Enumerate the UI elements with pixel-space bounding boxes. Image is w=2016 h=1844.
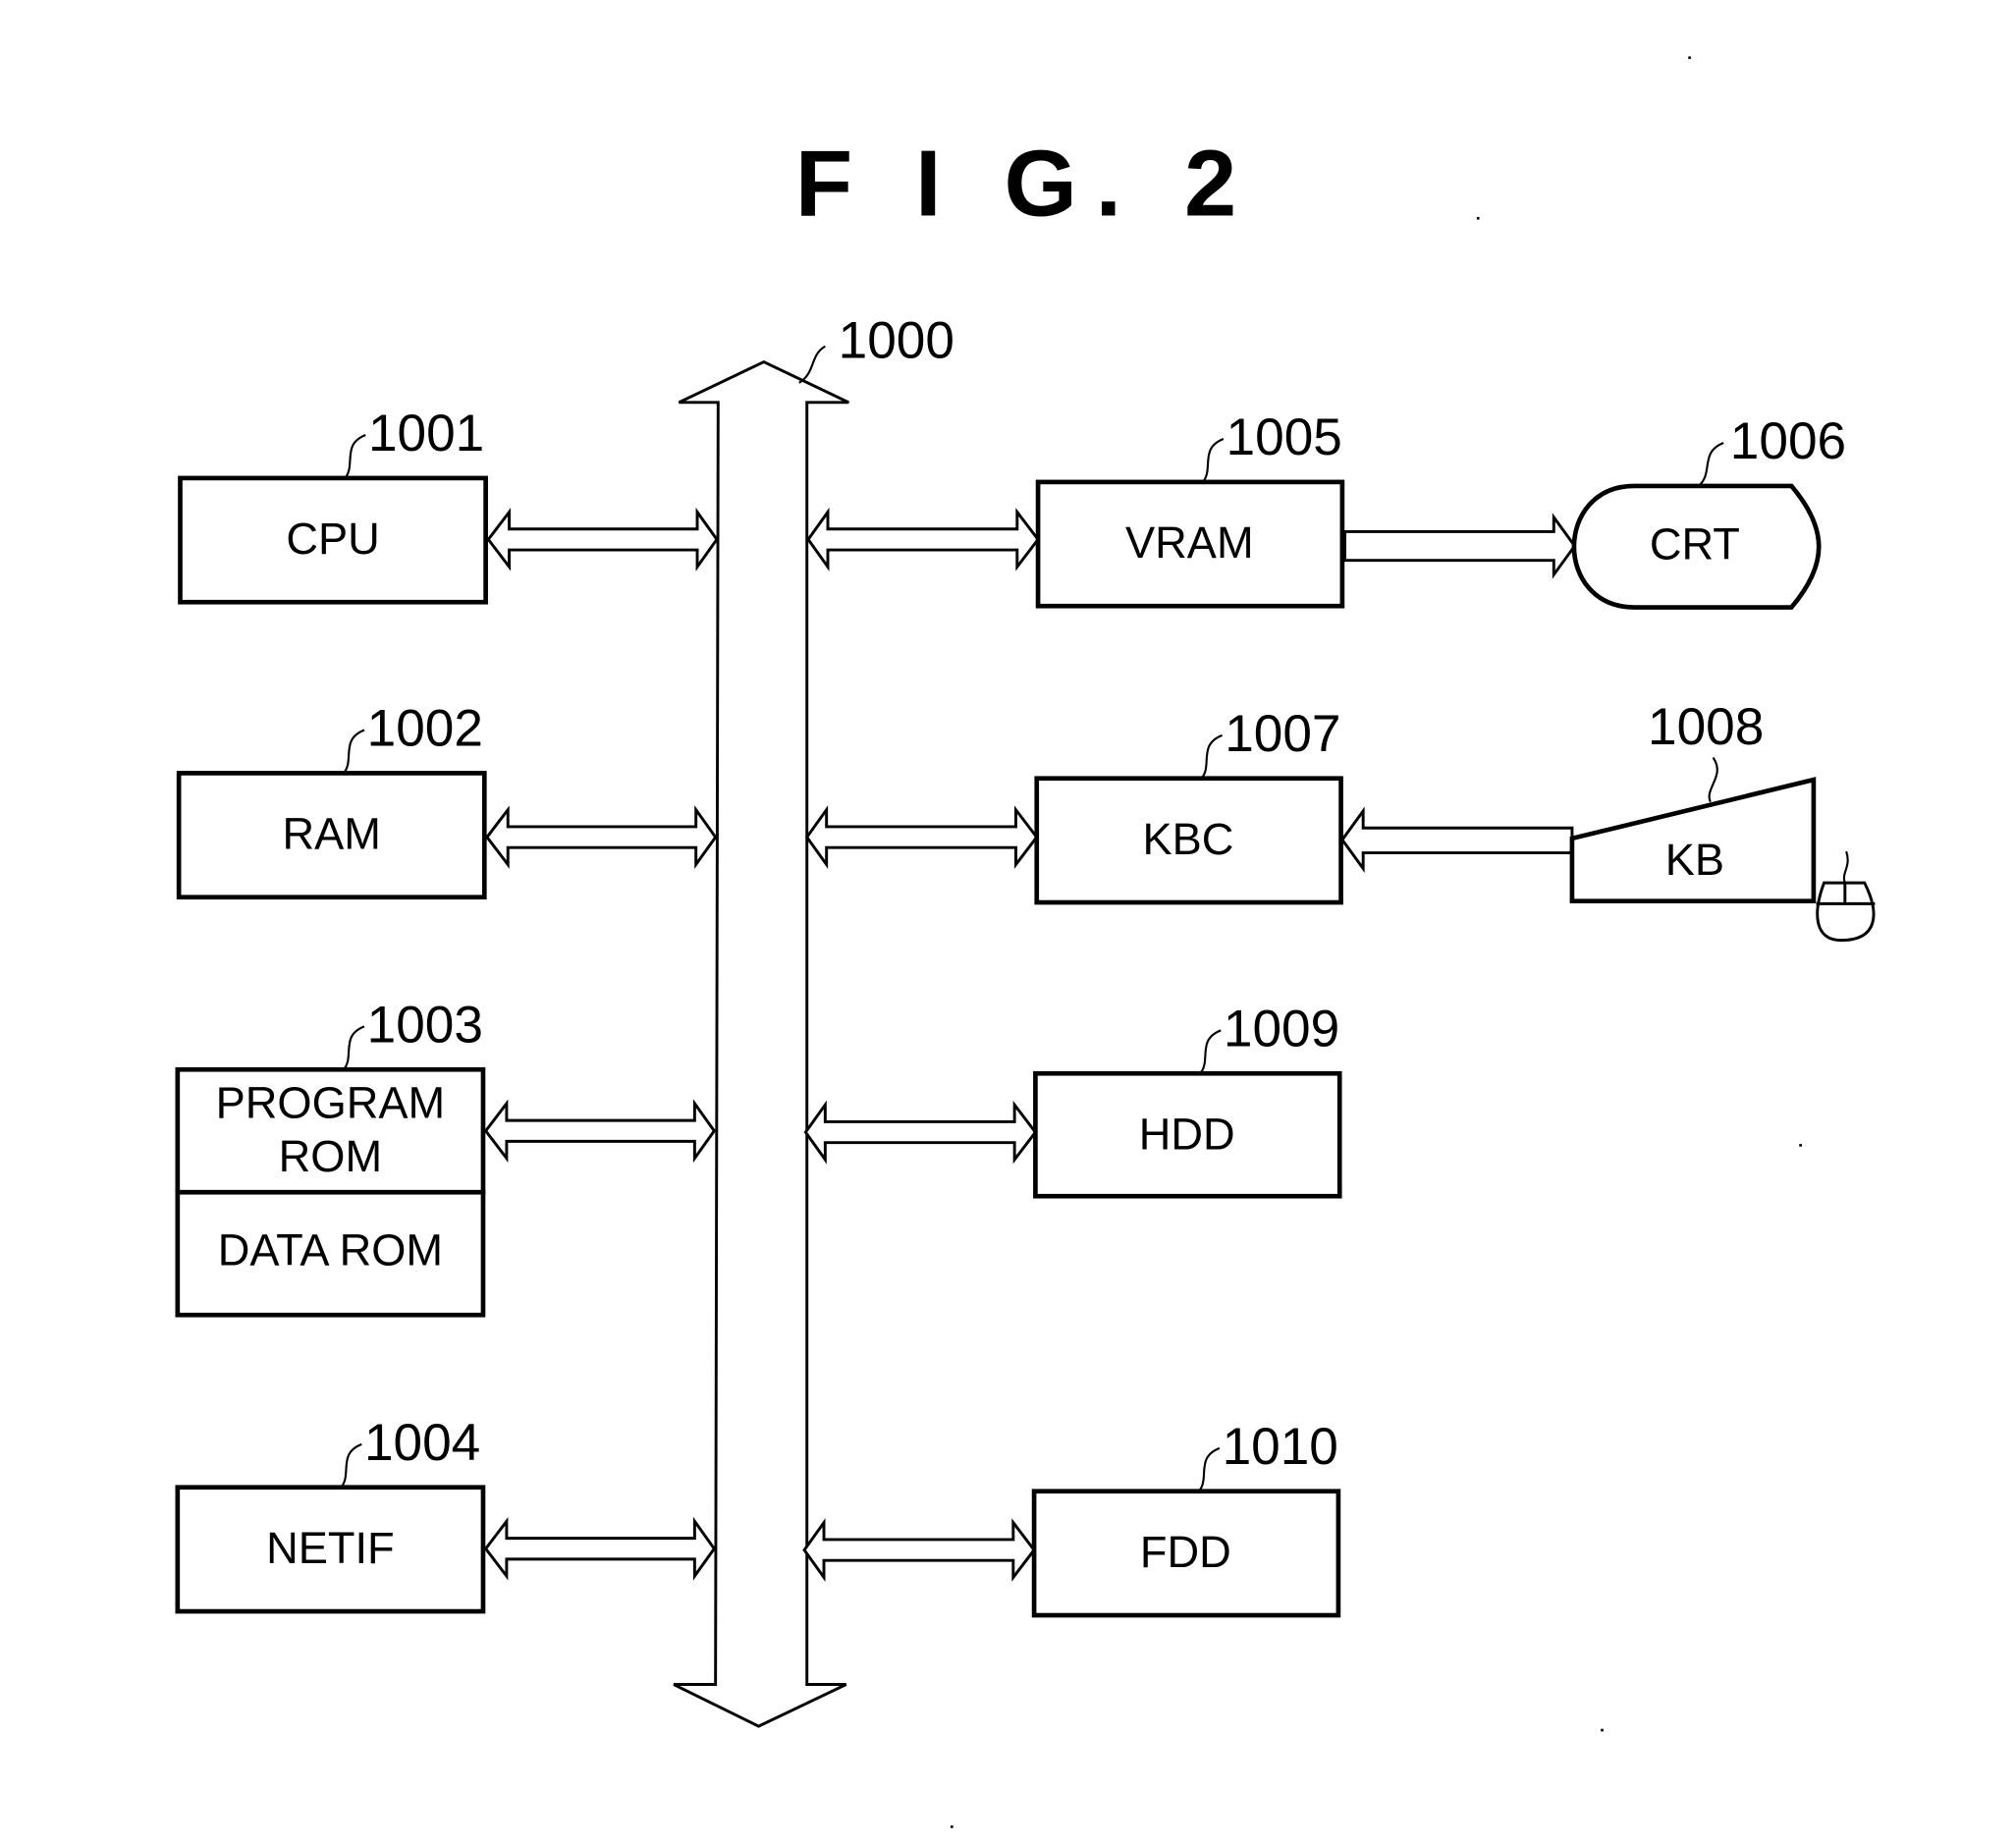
netif-label: NETIF [266, 1523, 395, 1573]
left-arrows [483, 507, 719, 1581]
cpu-block: CPU 1001 [178, 405, 488, 605]
ram-label: RAM [283, 809, 381, 859]
crt-leader-line [1699, 442, 1724, 486]
bus-ref-number: 1000 [839, 312, 954, 370]
block-diagram: F I G. 2 1000 CPU 1001 RAM 1002 PROGRAM … [175, 56, 1876, 1828]
crt-ref-number: 1006 [1730, 412, 1846, 470]
hdd-block: HDD 1009 [1033, 1000, 1342, 1199]
ram-ref-number: 1002 [367, 699, 483, 757]
bus-arrow [673, 359, 849, 1728]
ram-block: RAM 1002 [176, 699, 487, 900]
vram-label: VRAM [1125, 517, 1254, 568]
hdd-label: HDD [1139, 1109, 1235, 1159]
program-rom-label-line1: PROGRAM [216, 1077, 445, 1127]
right-arrows [802, 507, 1040, 1583]
data-rom-label: DATA ROM [218, 1225, 443, 1275]
rom-bus-arrow [483, 1099, 717, 1164]
vram-crt-arrow [1343, 513, 1577, 579]
fdd-label: FDD [1140, 1527, 1231, 1577]
kb-block: KB 1008 [1569, 698, 1817, 904]
vram-block: VRAM 1005 [1035, 408, 1345, 609]
netif-ref-number: 1004 [364, 1414, 480, 1472]
cpu-leader-line [345, 434, 366, 478]
kb-kbc-arrow [1340, 806, 1574, 873]
mouse-icon [1816, 850, 1876, 943]
program-rom-label-line2: ROM [279, 1131, 382, 1181]
rom-ref-number: 1003 [367, 996, 483, 1054]
netif-block: NETIF 1004 [175, 1414, 486, 1614]
bus-fdd-arrow [802, 1518, 1036, 1583]
hdd-leader-line [1200, 1029, 1222, 1073]
fdd-ref-number: 1010 [1223, 1418, 1338, 1476]
kbc-leader-line [1201, 733, 1223, 779]
bus-leader-line [798, 345, 826, 384]
hdd-ref-number: 1009 [1224, 1000, 1339, 1058]
bus-vram-arrow [806, 507, 1040, 571]
fdd-leader-line [1199, 1446, 1221, 1491]
cpu-bus-arrow [486, 507, 719, 571]
kb-label: KB [1665, 835, 1724, 885]
crt-block: CRT 1006 [1571, 412, 1846, 610]
bus-kbc-arrow [804, 805, 1039, 870]
system-bus: 1000 [673, 312, 954, 1728]
netif-leader-line [341, 1442, 362, 1488]
rom-block: PROGRAM ROM DATA ROM 1003 [175, 996, 486, 1318]
ram-leader-line [344, 729, 365, 773]
kbc-label: KBC [1143, 814, 1234, 864]
fdd-block: FDD 1010 [1031, 1418, 1341, 1618]
kbc-block: KBC 1007 [1034, 705, 1343, 905]
vram-ref-number: 1005 [1226, 408, 1342, 466]
rom-leader-line [344, 1025, 365, 1069]
kb-leader-line [1708, 756, 1718, 803]
cpu-label: CPU [286, 514, 379, 564]
netif-bus-arrow [483, 1516, 717, 1581]
figure-title: F I G. 2 [795, 132, 1255, 237]
bus-hdd-arrow [803, 1100, 1038, 1165]
crt-label: CRT [1650, 518, 1740, 569]
kbc-ref-number: 1007 [1225, 705, 1340, 763]
ram-bus-arrow [485, 805, 718, 870]
vram-leader-line [1203, 438, 1225, 482]
cpu-ref-number: 1001 [368, 405, 484, 462]
kb-ref-number: 1008 [1648, 698, 1764, 756]
